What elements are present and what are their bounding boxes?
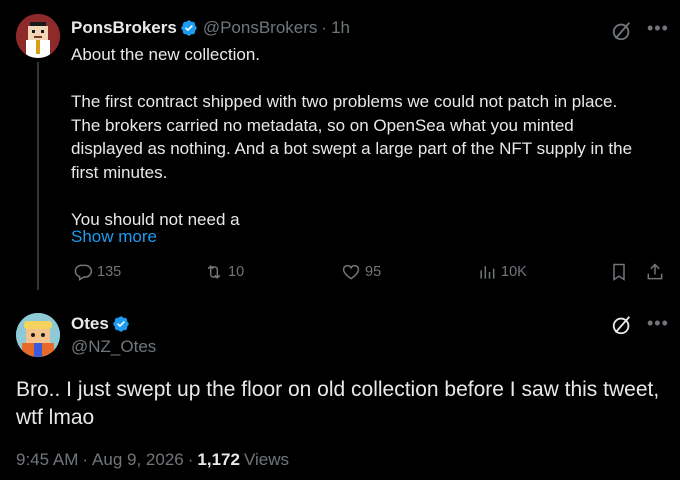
- reply-header: Otes: [71, 314, 135, 334]
- repost-icon: [207, 265, 221, 279]
- reply-author-handle[interactable]: @NZ_Otes: [71, 337, 156, 357]
- reply-icon: [74, 264, 93, 281]
- reply-date[interactable]: Aug 9, 2026: [92, 450, 184, 470]
- show-more-link[interactable]: Show more: [71, 227, 157, 247]
- pixel-broker-avatar-icon: [16, 14, 60, 58]
- grok-icon[interactable]: [611, 20, 633, 42]
- avatar-ponsbrokers[interactable]: [16, 14, 60, 58]
- tweet-line: About the new collection.: [71, 45, 261, 64]
- more-options-icon[interactable]: •••: [647, 313, 669, 334]
- author-name[interactable]: PonsBrokers: [71, 18, 177, 38]
- verified-badge-icon: [181, 20, 197, 36]
- repost-count: 10: [228, 264, 245, 280]
- like-count: 95: [365, 264, 382, 280]
- tweet-line: You should not need a: [71, 209, 240, 229]
- bookmark-button[interactable]: [609, 260, 633, 284]
- header-separator: ·: [321, 18, 328, 37]
- reply-meta: 9:45 AM · Aug 9, 2026 · 1,172 Views: [16, 450, 289, 470]
- meta-separator: ·: [187, 450, 194, 469]
- reply-count: 135: [97, 264, 122, 280]
- views-count: 10K: [501, 264, 527, 280]
- repost-button[interactable]: 10: [204, 260, 244, 284]
- bookmark-icon: [613, 263, 625, 281]
- reply-views-count: 1,172: [197, 450, 240, 469]
- tweet-line: displayed as nothing. And a bot swept a …: [71, 139, 633, 158]
- tweet-actions: 135 10 95 10K: [0, 260, 680, 286]
- reply-time[interactable]: 9:45 AM: [16, 450, 78, 470]
- reply-views-label: Views: [243, 450, 290, 469]
- reply-text: Bro.. I just swept up the floor on old c…: [16, 378, 660, 429]
- author-handle[interactable]: @PonsBrokers: [203, 18, 318, 38]
- tweet-line: The first contract shipped with two prob…: [71, 92, 618, 111]
- avatar-otes[interactable]: [16, 313, 60, 357]
- reply-button[interactable]: 135: [73, 260, 121, 284]
- tweet-line: The brokers carried no metadata, so on O…: [71, 115, 574, 135]
- more-options-icon[interactable]: •••: [647, 18, 669, 39]
- tweet-header: PonsBrokers @PonsBrokers · 1h: [71, 18, 350, 38]
- reply-author-name[interactable]: Otes: [71, 314, 109, 334]
- heart-icon: [342, 264, 360, 280]
- share-button[interactable]: [645, 260, 669, 284]
- verified-badge-icon: [113, 316, 129, 332]
- tweet-line: first minutes.: [71, 162, 168, 182]
- views-chart-icon: [480, 266, 495, 279]
- like-button[interactable]: 95: [341, 260, 381, 284]
- cartoon-avatar-icon: [16, 313, 60, 357]
- tweet-text: About the new collection. The first cont…: [71, 43, 666, 231]
- tweet-time[interactable]: 1h: [331, 18, 350, 38]
- grok-icon[interactable]: [611, 314, 633, 336]
- meta-separator: ·: [82, 450, 89, 469]
- views-button[interactable]: 10K: [477, 260, 527, 284]
- thread-line: [37, 62, 39, 290]
- share-icon: [647, 263, 663, 280]
